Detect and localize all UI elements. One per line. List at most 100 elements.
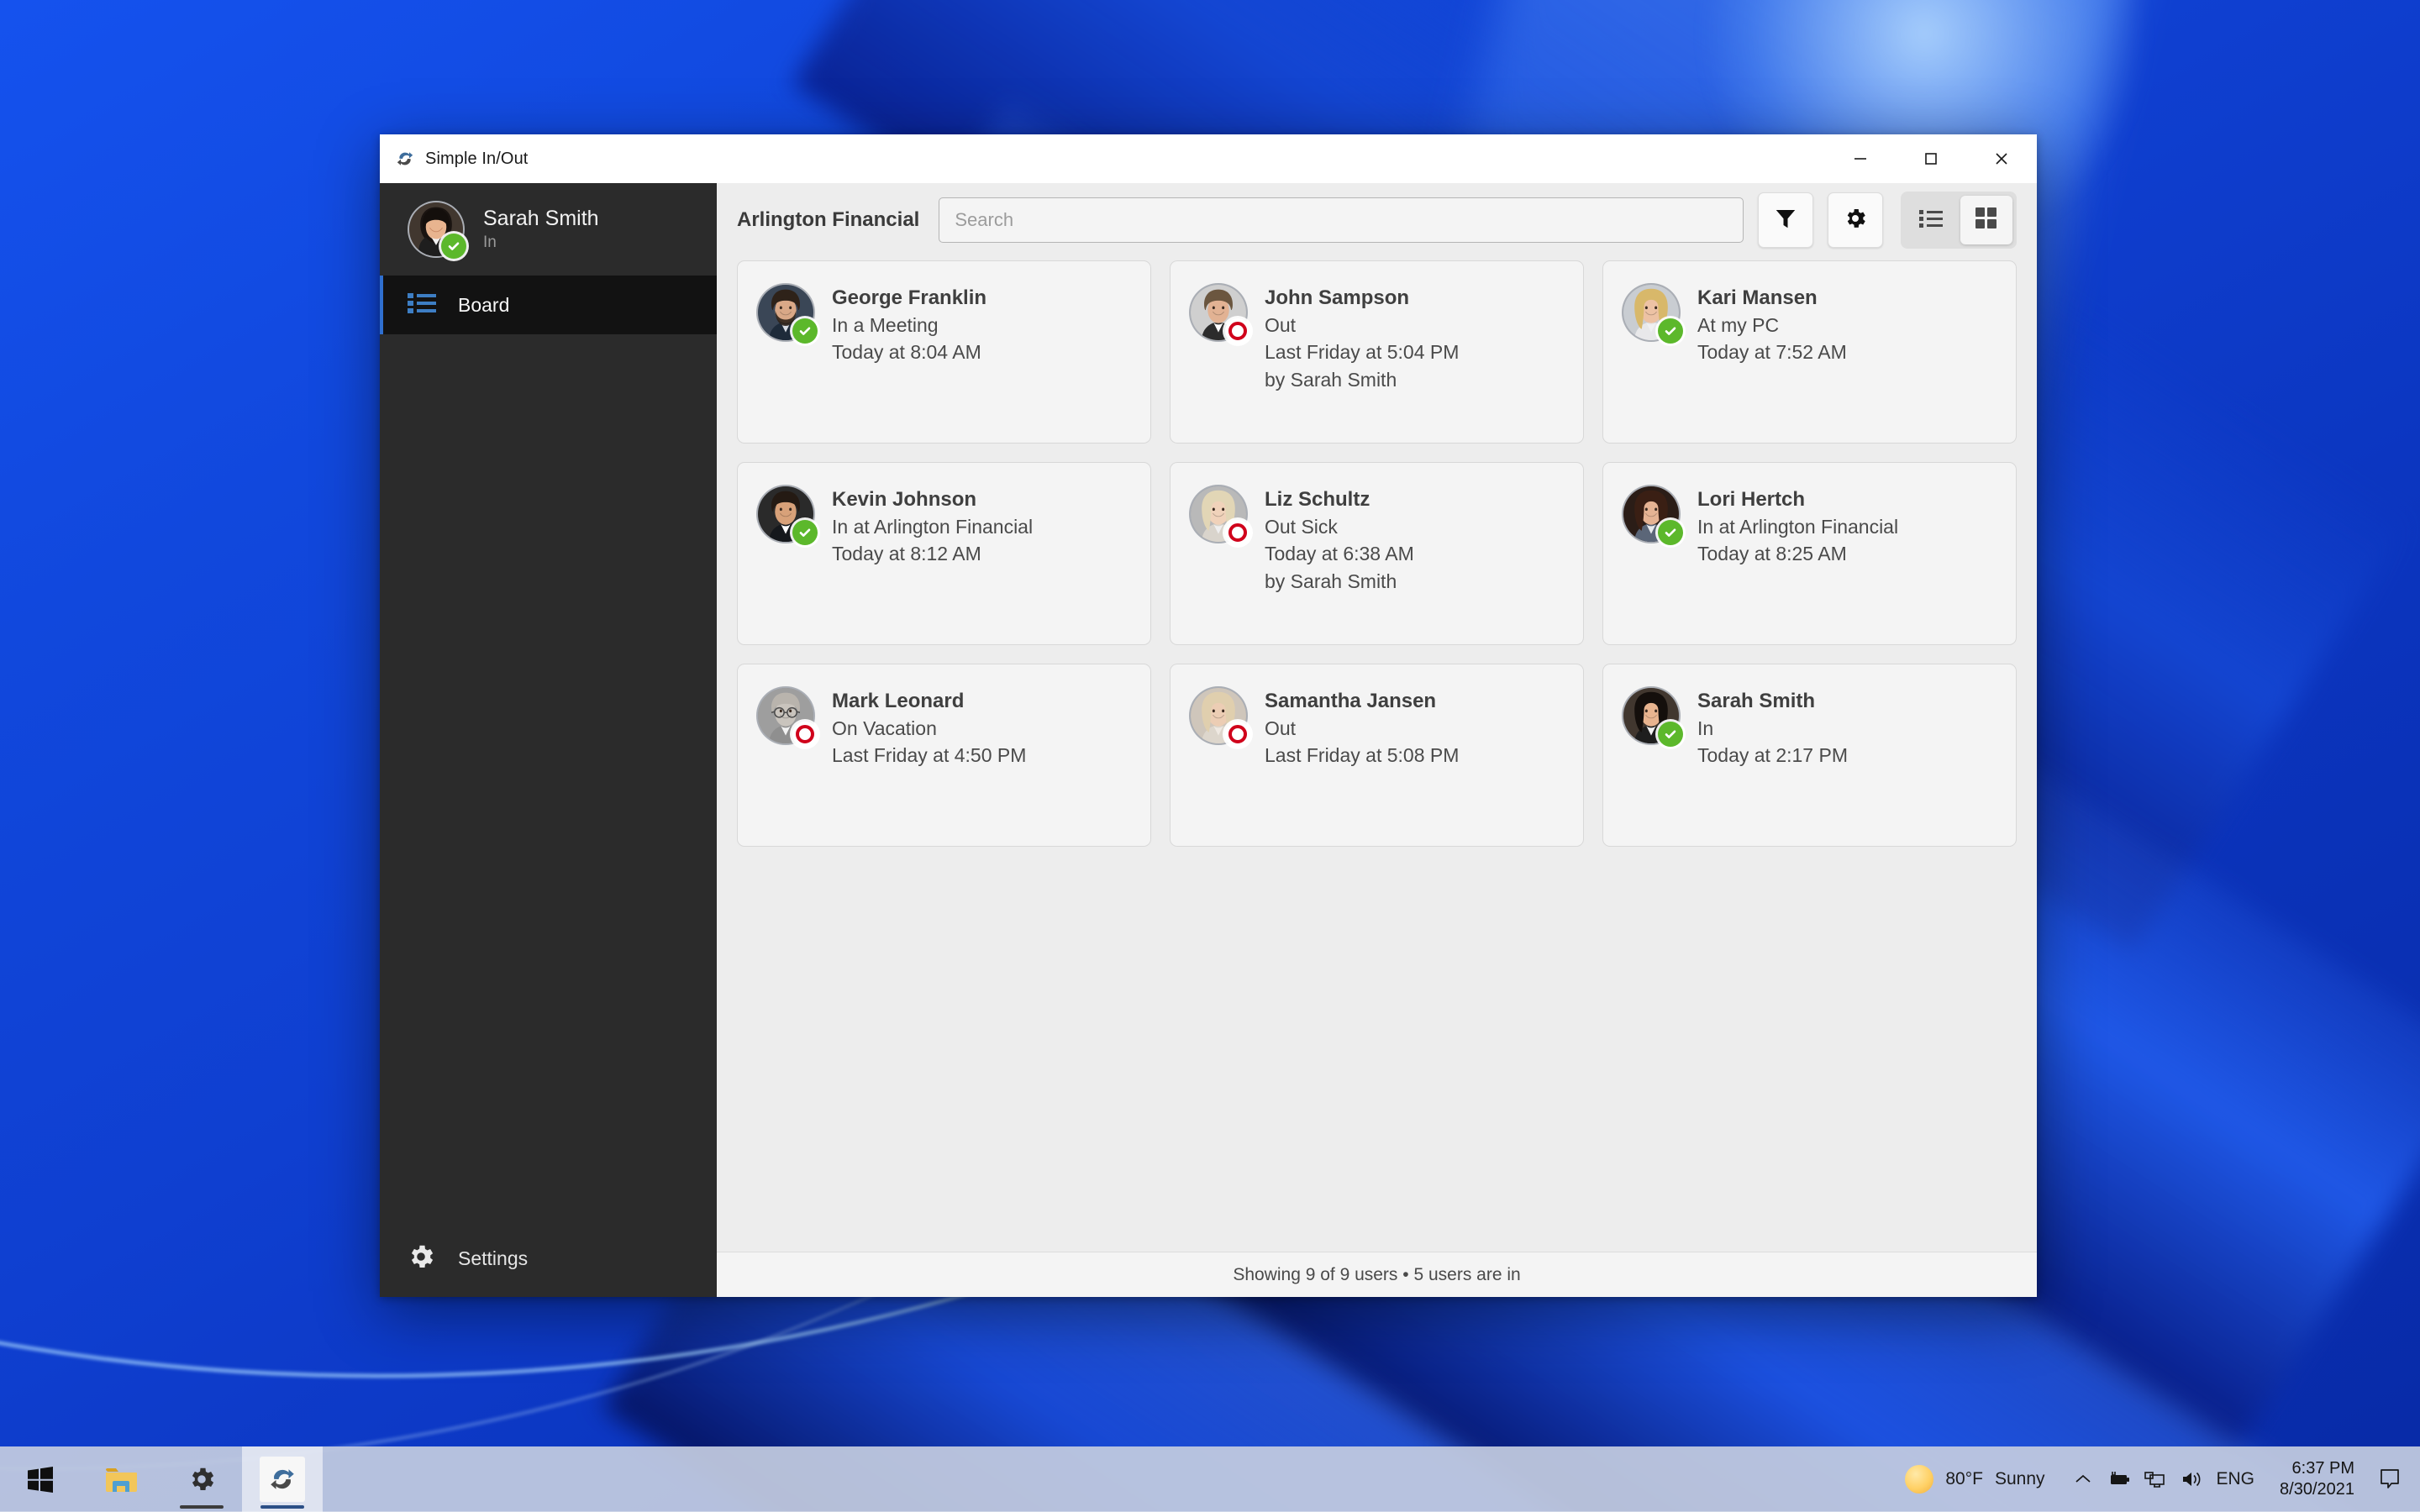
list-view-button[interactable] [1905,196,1957,244]
user-card[interactable]: Kari Mansen At my PC Today at 7:52 AM [1602,260,2017,444]
user-name: Kari Mansen [1697,286,1818,309]
user-card[interactable]: Samantha Jansen Out Last Friday at 5:08 … [1170,664,1584,847]
titlebar-left: Simple In/Out [380,149,528,169]
avatar [756,686,818,747]
user-card[interactable]: Mark Leonard On Vacation Last Friday at … [737,664,1151,847]
folder-icon [98,1457,144,1502]
user-status: At my PC [1697,313,1780,336]
sidebar-item-label: Board [458,293,510,316]
monitor-network-icon[interactable] [2143,1468,2168,1490]
system-tray: 80°F Sunny ENG 6:37 PM 8/30/2021 [1891,1446,2420,1512]
gear-icon [406,1242,436,1276]
avatar [1622,686,1683,747]
simple-in-out-window: Simple In/Out Sarah Smith In Board Setti… [380,134,2037,1297]
chevron-up-icon[interactable] [2072,1468,2094,1490]
user-name: Sarah Smith [1697,690,1816,712]
user-card-text: Lori Hertch In at Arlington Financial To… [1697,485,1898,568]
window-titlebar[interactable]: Simple In/Out [380,134,2037,183]
avatar [756,485,818,545]
user-status: Out [1265,717,1297,739]
status-ring [1228,322,1247,340]
simple-in-out-taskbar-button[interactable] [242,1446,323,1512]
settings-taskbar-button[interactable] [161,1446,242,1512]
grid-view-button[interactable] [1960,196,2012,244]
user-status: In [1697,717,1714,739]
file-explorer-button[interactable] [81,1446,161,1512]
user-name: John Sampson [1265,286,1410,309]
clock-time: 6:37 PM [2291,1459,2354,1478]
avatar [1189,485,1250,545]
close-button[interactable] [1966,134,2037,183]
language-indicator[interactable]: ENG [2217,1469,2255,1489]
sidebar: Sarah Smith In Board Settings [380,183,717,1297]
status-badge-out [1225,318,1250,344]
window-body: Sarah Smith In Board Settings Arlington … [380,183,2037,1297]
weather-condition: Sunny [1994,1469,2045,1488]
user-card-text: Liz Schultz Out Sick Today at 6:38 AM by… [1265,485,1414,596]
user-name: Liz Schultz [1265,488,1370,511]
user-name: Kevin Johnson [832,488,977,511]
sidebar-item-board[interactable]: Board [380,276,717,334]
sync-arrows-icon [395,149,415,169]
window-controls [1825,134,2037,183]
user-card[interactable]: George Franklin In a Meeting Today at 8:… [737,260,1151,444]
board-cards-grid: George Franklin In a Meeting Today at 8:… [737,260,2017,847]
user-name: George Franklin [832,286,987,309]
gear-icon [1843,206,1868,235]
status-ring [796,725,814,743]
profile-text: Sarah Smith In [483,207,599,252]
status-badge-in [441,234,466,259]
speaker-icon[interactable] [2180,1468,2205,1490]
weather-temperature: 80°F [1945,1469,1983,1488]
toolbar: Arlington Financial [717,183,2037,257]
user-card[interactable]: Lori Hertch In at Arlington Financial To… [1602,462,2017,645]
sidebar-profile[interactable]: Sarah Smith In [380,183,717,276]
search-input[interactable] [939,197,1744,243]
user-card-text: Samantha Jansen Out Last Friday at 5:08 … [1265,686,1459,769]
profile-name: Sarah Smith [483,207,599,230]
minimize-button[interactable] [1825,134,1896,183]
user-card[interactable]: Liz Schultz Out Sick Today at 6:38 AM by… [1170,462,1584,645]
tray-icons: ENG [2059,1446,2269,1512]
user-card[interactable]: Sarah Smith In Today at 2:17 PM [1602,664,2017,847]
sidebar-item-settings[interactable]: Settings [380,1220,717,1297]
sidebar-settings-label: Settings [458,1247,529,1269]
user-card[interactable]: John Sampson Out Last Friday at 5:04 PM … [1170,260,1584,444]
windows-taskbar: 80°F Sunny ENG 6:37 PM 8/30/2021 [0,1446,2420,1512]
status-badge-out [1225,722,1250,747]
user-name: Lori Hertch [1697,488,1806,511]
user-changed-by: by Sarah Smith [1265,368,1397,391]
weather-widget[interactable]: 80°F Sunny [1891,1446,2058,1512]
user-card-text: John Sampson Out Last Friday at 5:04 PM … [1265,283,1459,394]
clock[interactable]: 6:37 PM 8/30/2021 [2268,1446,2366,1512]
status-ring [1228,523,1247,542]
status-badge-out [1225,520,1250,545]
user-card[interactable]: Kevin Johnson In at Arlington Financial … [737,462,1151,645]
maximize-button[interactable] [1896,134,1966,183]
user-changed-by: by Sarah Smith [1265,570,1397,592]
avatar [1189,283,1250,344]
status-badge-in [1658,520,1683,545]
user-time: Last Friday at 5:04 PM [1265,341,1460,364]
status-badge-in [1658,318,1683,344]
filter-button[interactable] [1758,192,1813,248]
start-button[interactable] [0,1446,81,1512]
notification-bell-icon[interactable] [2366,1446,2413,1512]
avatar [756,283,818,344]
user-status: In at Arlington Financial [1697,515,1899,538]
user-time: Today at 7:52 AM [1697,341,1847,364]
user-status: Out Sick [1265,515,1338,538]
avatar [1622,485,1683,545]
avatar [408,201,466,259]
user-status: On Vacation [832,717,937,739]
battery-charging-icon[interactable] [2106,1468,2131,1490]
board-cards-area: George Franklin In a Meeting Today at 8:… [717,257,2037,1252]
user-status: Out [1265,313,1297,336]
status-ring [1228,725,1247,743]
user-name: Samantha Jansen [1265,690,1437,712]
user-card-text: Sarah Smith In Today at 2:17 PM [1697,686,1848,769]
user-time: Today at 8:25 AM [1697,543,1847,565]
user-time: Today at 8:12 AM [832,543,981,565]
user-card-text: George Franklin In a Meeting Today at 8:… [832,283,986,366]
board-settings-button[interactable] [1828,192,1883,248]
